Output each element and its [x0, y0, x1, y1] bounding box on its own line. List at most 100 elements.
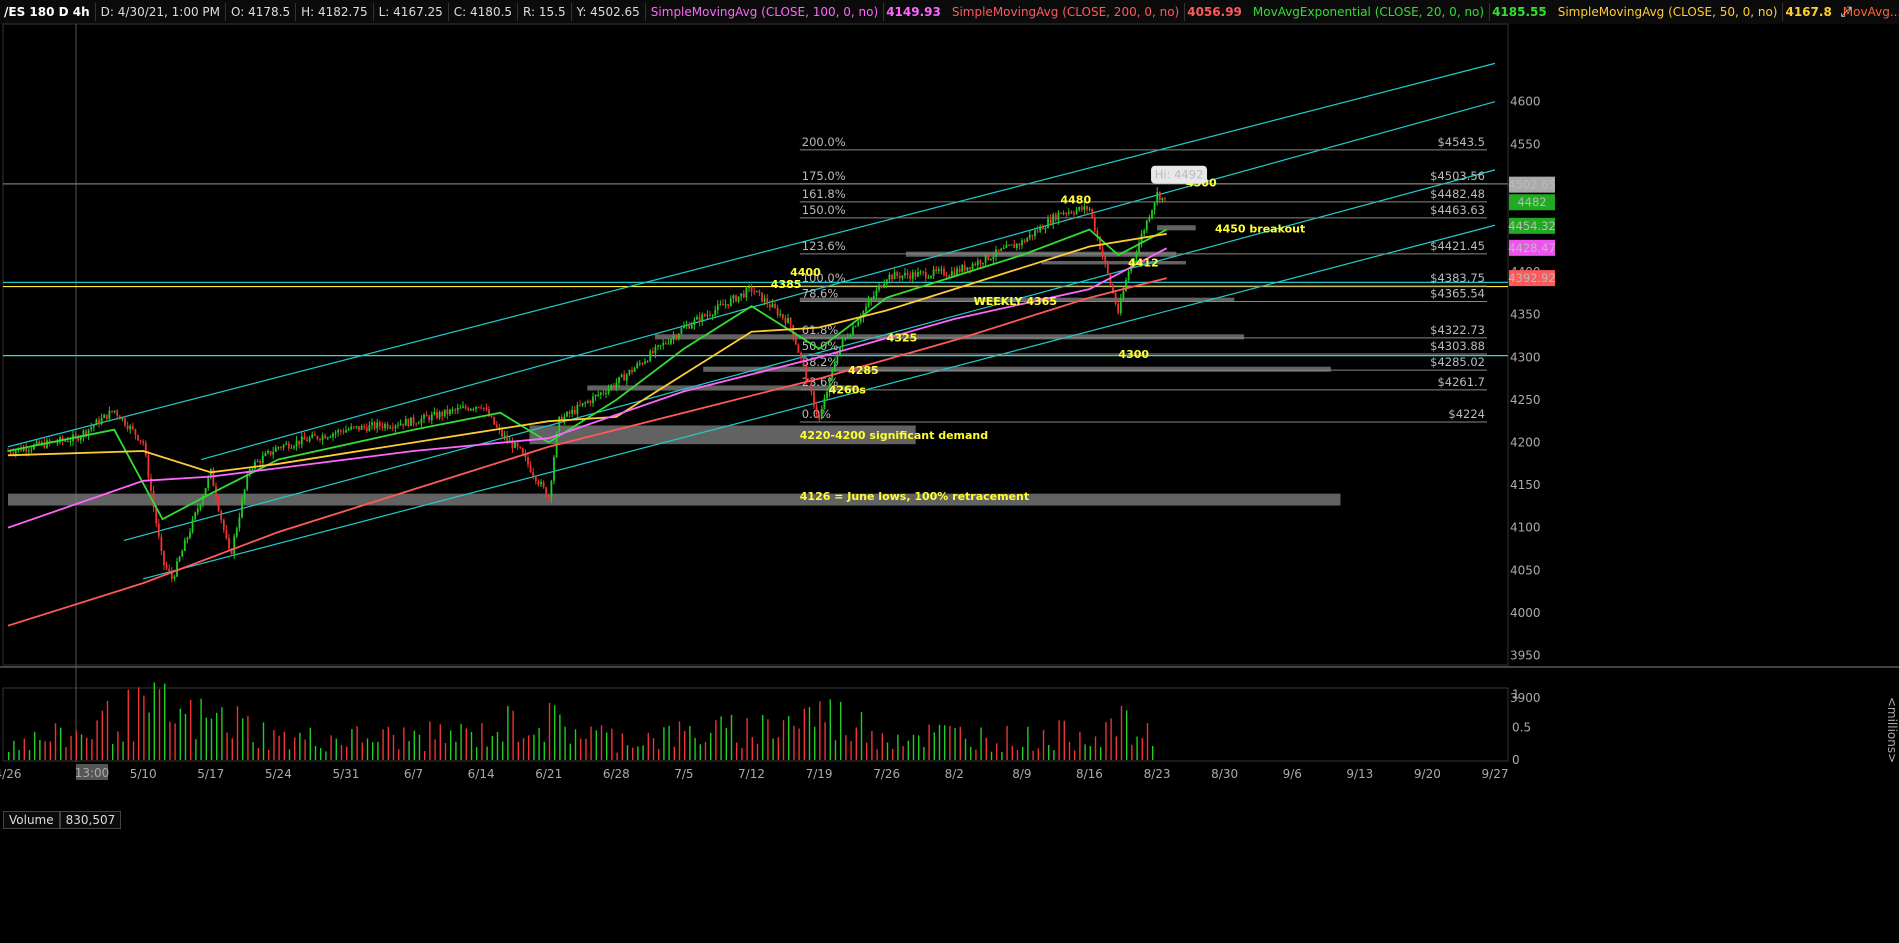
fib-price-label: $4261.7 — [1437, 375, 1485, 389]
volume-bar — [80, 734, 83, 760]
volume-bar — [13, 740, 15, 760]
price-chart[interactable]: 4600455045004450440043504300425042004150… — [0, 0, 1899, 943]
volume-bar — [834, 740, 837, 760]
volume-tick-label: 0.5 — [1512, 720, 1531, 734]
support-zone — [703, 366, 1331, 372]
candle-body — [363, 425, 366, 428]
candle-body — [1065, 213, 1068, 215]
candle-body — [724, 304, 727, 306]
volume-bar — [476, 747, 478, 760]
time-tick-label: 8/16 — [1076, 767, 1103, 781]
candle-body — [467, 408, 470, 411]
candle-body — [490, 416, 493, 418]
candle-body — [982, 262, 984, 264]
candle-body — [1002, 247, 1005, 249]
volume-bar — [205, 717, 207, 760]
candle-body — [950, 271, 953, 276]
candle-body — [1127, 271, 1130, 281]
volume-bar — [502, 741, 504, 760]
candle-body — [319, 439, 321, 441]
volume-bar — [533, 734, 535, 760]
candle-body — [506, 435, 509, 441]
candle-body — [378, 422, 381, 427]
candle-body — [410, 417, 412, 426]
time-tick-label: 6/21 — [535, 767, 562, 781]
candle-body — [74, 434, 77, 437]
candle-body — [287, 443, 290, 449]
candle-body — [259, 461, 262, 464]
volume-bar — [814, 726, 816, 760]
candle-body — [1000, 248, 1003, 251]
volume-bar — [928, 724, 930, 760]
candle-body — [1122, 291, 1125, 299]
candle-body — [532, 472, 535, 476]
volume-bar — [434, 739, 436, 760]
candle-body — [295, 440, 298, 447]
candle-body — [875, 290, 878, 296]
candle-body — [737, 296, 740, 302]
volume-bar — [902, 746, 904, 760]
volume-bar — [18, 749, 20, 760]
candle-body — [680, 328, 683, 334]
candle-body — [992, 256, 995, 259]
time-tick-label: 5/24 — [265, 767, 292, 781]
candle-body — [649, 351, 652, 362]
time-tick-label: 5/17 — [197, 767, 224, 781]
candle-body — [306, 439, 308, 442]
fib-percent-label: 61.8% — [802, 323, 839, 337]
volume-bar — [996, 743, 998, 760]
volume-bar — [933, 732, 935, 760]
candle-body — [449, 409, 451, 415]
candle-body — [105, 414, 108, 420]
candle-body — [477, 406, 480, 408]
volume-bar — [273, 729, 275, 760]
candle-body — [1117, 303, 1120, 314]
candle-body — [147, 455, 150, 478]
candle-body — [826, 392, 828, 399]
candle-body — [1018, 243, 1021, 246]
volume-bar — [600, 725, 603, 760]
candle-body — [651, 351, 654, 354]
volume-bar — [132, 741, 135, 760]
candle-body — [815, 406, 818, 415]
candle-body — [430, 414, 433, 421]
candle-body — [454, 409, 457, 411]
volume-bar — [91, 739, 93, 760]
candle-body — [264, 453, 267, 457]
candle-body — [358, 426, 360, 430]
candle-body — [906, 272, 909, 276]
candle-body — [285, 443, 288, 445]
annotation-label: WEEKLY 4365 — [974, 295, 1057, 308]
volume-bar — [486, 746, 488, 760]
candle-body — [576, 404, 579, 414]
candle-body — [787, 317, 789, 324]
volume-bar — [346, 746, 348, 760]
candle-body — [290, 447, 293, 449]
candle-body — [558, 416, 561, 433]
volume-bar — [1011, 745, 1013, 760]
volume-bar — [762, 715, 764, 760]
candle-body — [394, 425, 397, 429]
candle-body — [342, 431, 345, 433]
candle-body — [1114, 293, 1117, 304]
candle-body — [1093, 217, 1096, 231]
volume-bar — [221, 707, 223, 760]
candle-body — [1008, 245, 1010, 247]
volume-bar — [1120, 705, 1123, 760]
candle-body — [727, 304, 730, 306]
candle-body — [243, 489, 246, 500]
volume-tick-label: 0 — [1512, 753, 1520, 767]
candle-body — [961, 265, 964, 272]
volume-tick-label: 1 — [1512, 688, 1520, 702]
volume-bar — [736, 742, 738, 760]
annotation-label: 4220-4200 significant demand — [800, 429, 988, 442]
candle-body — [943, 269, 945, 276]
candle-body — [311, 434, 314, 438]
candle-body — [586, 401, 589, 403]
candle-body — [969, 267, 971, 270]
candle-body — [391, 427, 394, 429]
fib-price-label: $4503.56 — [1430, 169, 1485, 183]
candle-body — [308, 437, 311, 442]
volume-bar — [1037, 748, 1039, 760]
volume-bar — [153, 682, 155, 760]
